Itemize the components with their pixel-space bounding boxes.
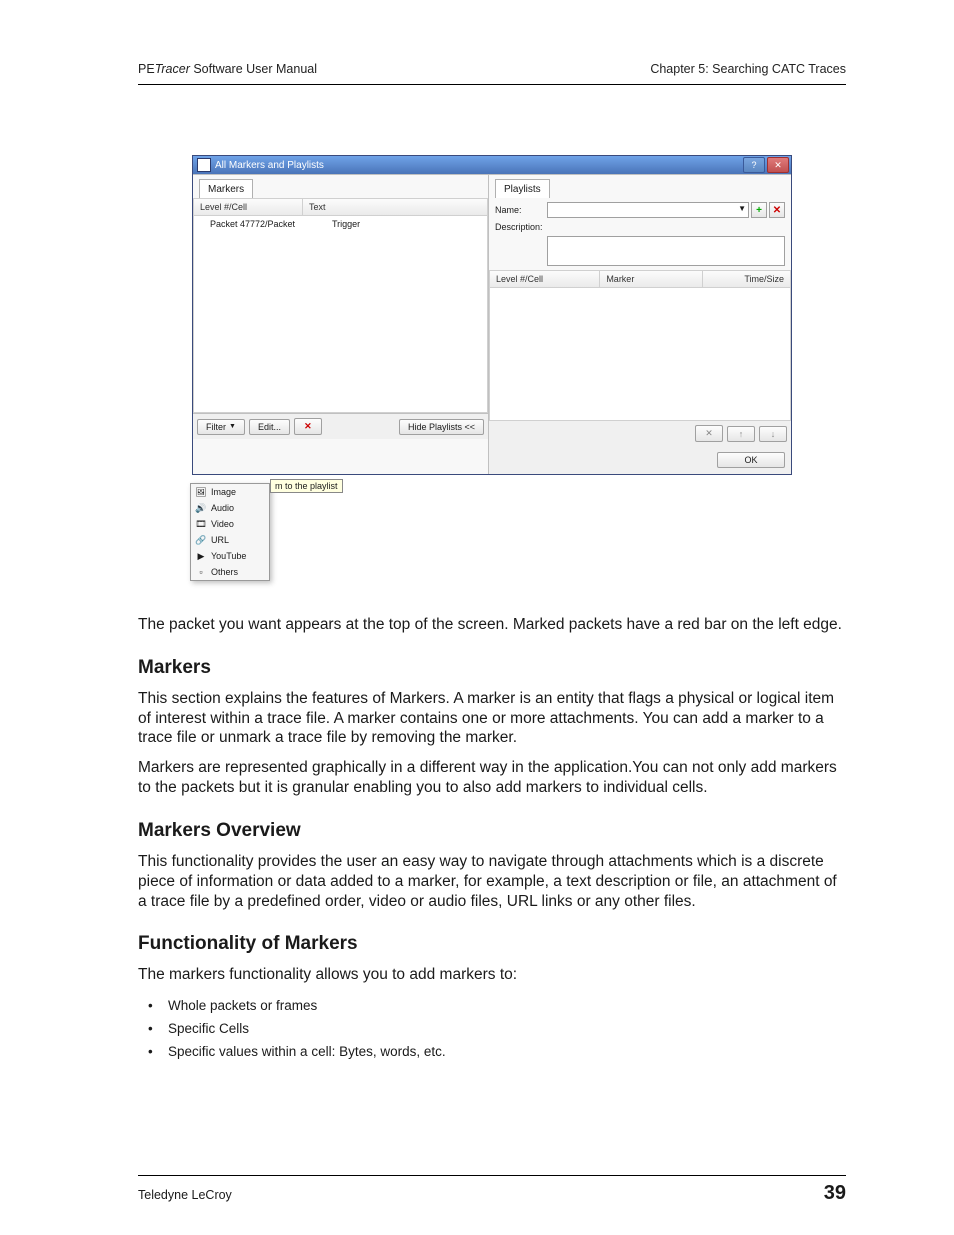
overview-paragraph: This functionality provides the user an … [138,852,846,911]
playlist-entry-list[interactable] [489,288,791,421]
window-title: All Markers and Playlists [215,160,324,171]
delete-marker-button[interactable]: ✕ [294,418,322,435]
col-timesize[interactable]: Time/Size [703,270,791,288]
tooltip: m to the playlist [270,479,343,493]
list-item: Specific values within a cell: Bytes, wo… [168,1041,846,1064]
list-item: Specific Cells [168,1018,846,1041]
ok-row: OK [489,446,791,474]
functionality-paragraph: The markers functionality allows you to … [138,965,846,985]
remove-playlist-button[interactable]: ✕ [769,202,785,218]
x-icon: ✕ [304,421,312,432]
arrow-up-icon: ↑ [739,429,744,439]
markers-paragraph-2: Markers are represented graphically in a… [138,758,846,798]
intro-paragraph: The packet you want appears at the top o… [138,615,846,635]
menu-label: URL [211,535,229,545]
help-icon[interactable]: ? [743,157,765,173]
col-level[interactable]: Level #/Cell [489,270,600,288]
header-left: PETracer Software User Manual [138,62,317,76]
heading-markers: Markers [138,657,846,679]
header-left-italic: Tracer [155,62,190,76]
name-combo[interactable]: ▼ [547,202,749,218]
table-row[interactable]: Packet 47772/Packet Trigger [194,216,487,232]
heading-markers-overview: Markers Overview [138,820,846,842]
app-icon [197,158,211,172]
running-footer: Teledyne LeCroy 39 [138,1175,846,1205]
col-text[interactable]: Text [303,198,488,216]
cell-text: Trigger [326,216,487,232]
edit-button[interactable]: Edit... [249,419,290,435]
tab-markers[interactable]: Markers [199,179,253,198]
menu-item-image[interactable]: 🖼 Image [191,484,269,500]
header-rule [138,84,846,85]
menu-item-video[interactable]: 🎞 Video [191,516,269,532]
description-label: Description: [495,222,547,232]
video-icon: 🎞 [195,518,207,530]
chevron-down-icon: ▼ [229,423,236,430]
chevron-down-icon: ▼ [738,204,746,213]
menu-item-audio[interactable]: 🔊 Audio [191,500,269,516]
name-label: Name: [495,205,547,215]
header-left-pre: PE [138,62,155,76]
footer-rule [138,1175,846,1176]
screenshot-figure: All Markers and Playlists ? ✕ Markers Le… [192,155,792,591]
filter-button[interactable]: Filter ▼ [197,419,245,435]
x-icon: ✕ [773,205,781,216]
playlist-entry-header: Level #/Cell Marker Time/Size [489,270,791,288]
menu-item-youtube[interactable]: ▶ YouTube [191,548,269,564]
article-body: The packet you want appears at the top o… [138,615,846,1064]
marker-list-header: Level #/Cell Text [193,198,488,216]
running-header: PETracer Software User Manual Chapter 5:… [138,62,846,76]
titlebar[interactable]: All Markers and Playlists ? ✕ [193,156,791,174]
url-icon: 🔗 [195,534,207,546]
list-item: Whole packets or frames [168,995,846,1018]
audio-icon: 🔊 [195,502,207,514]
menu-label: Image [211,487,236,497]
marker-list[interactable]: Packet 47772/Packet Trigger [193,216,488,413]
add-playlist-button[interactable]: + [751,202,767,218]
youtube-icon: ▶ [195,550,207,562]
footer-left: Teledyne LeCroy [138,1188,232,1202]
ok-button[interactable]: OK [717,452,785,468]
arrow-down-icon: ↓ [771,429,776,439]
menu-item-url[interactable]: 🔗 URL [191,532,269,548]
heading-functionality: Functionality of Markers [138,933,846,955]
name-row: Name: ▼ + ✕ [489,200,791,220]
tab-playlists[interactable]: Playlists [495,179,550,198]
page-number: 39 [824,1182,846,1205]
description-row: Description: [489,220,791,234]
functionality-bullets: Whole packets or frames Specific Cells S… [168,995,846,1064]
playlists-pane: Playlists Name: ▼ + ✕ Description: [489,175,791,474]
menu-item-others[interactable]: ▫ Others [191,564,269,580]
markers-paragraph-1: This section explains the features of Ma… [138,689,846,748]
menu-label: Audio [211,503,234,513]
filter-popup-menu[interactable]: 🖼 Image 🔊 Audio 🎞 Video 🔗 URL ▶ YouTube ▫ Othe… [190,483,270,581]
cell-level: Packet 47772/Packet [194,216,326,232]
playlist-icon-bar: ✕ ↑ ↓ [489,421,791,446]
hide-playlists-button[interactable]: Hide Playlists << [399,419,484,435]
file-icon: ▫ [195,566,207,578]
delete-entry-button[interactable]: ✕ [695,425,723,442]
close-icon[interactable]: ✕ [767,157,789,173]
header-right: Chapter 5: Searching CATC Traces [650,62,846,76]
move-down-button[interactable]: ↓ [759,426,787,442]
filter-label: Filter [206,422,226,432]
image-icon: 🖼 [195,486,207,498]
dialog-window: All Markers and Playlists ? ✕ Markers Le… [192,155,792,475]
marker-button-bar: Filter ▼ Edit... ✕ Hide Playlists << [193,413,488,439]
menu-label: Video [211,519,234,529]
col-marker[interactable]: Marker [600,270,703,288]
x-icon: ✕ [705,428,713,439]
move-up-button[interactable]: ↑ [727,426,755,442]
header-left-post: Software User Manual [190,62,317,76]
col-level[interactable]: Level #/Cell [193,198,303,216]
menu-label: YouTube [211,551,246,561]
plus-icon: + [756,205,762,216]
menu-label: Others [211,567,238,577]
markers-pane: Markers Level #/Cell Text Packet 47772/P… [193,175,489,474]
description-textarea[interactable] [547,236,785,266]
